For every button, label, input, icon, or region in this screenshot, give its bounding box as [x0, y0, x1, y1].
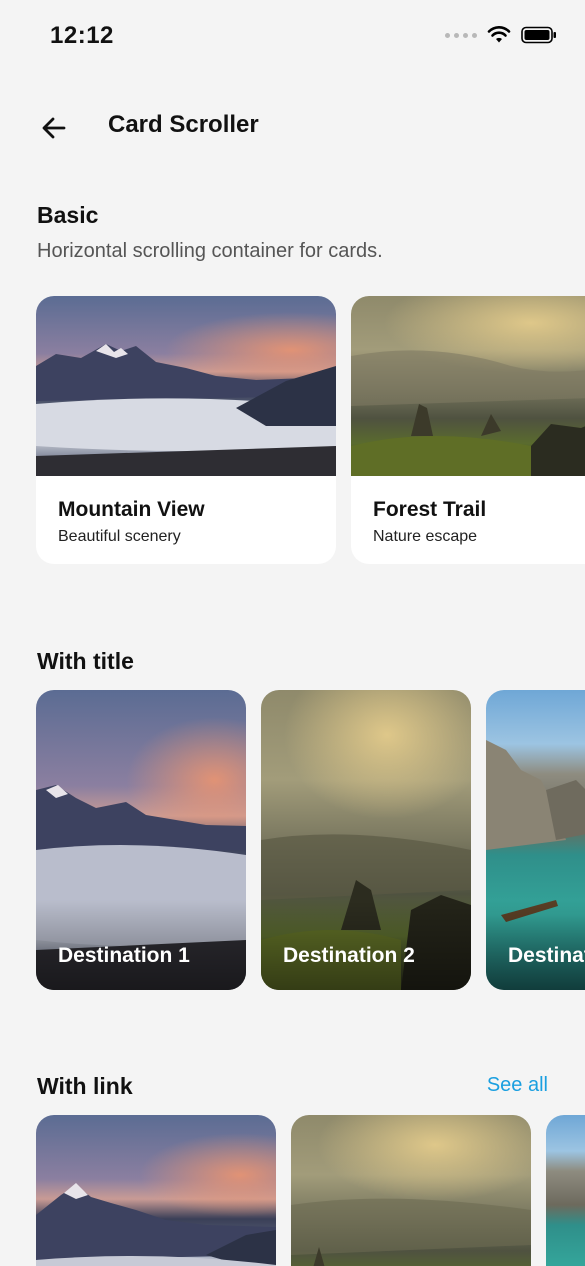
card-title: Forest Trail [373, 498, 487, 521]
link-card-2[interactable] [291, 1115, 531, 1266]
card-label: Destination 2 [283, 944, 415, 967]
card-image [291, 1115, 531, 1266]
section-title-with-title: With title [37, 648, 134, 674]
status-bar: 12:12 [0, 0, 585, 75]
battery-icon [521, 26, 556, 44]
page-title: Card Scroller [108, 111, 259, 138]
back-button[interactable] [32, 106, 76, 150]
cellular-signal-icon [445, 32, 477, 38]
card-image [351, 296, 585, 476]
header: Card Scroller [0, 96, 585, 156]
link-card-1[interactable] [36, 1115, 276, 1266]
wifi-icon [487, 26, 511, 43]
section-description-basic: Horizontal scrolling container for cards… [37, 240, 383, 262]
card-title: Mountain View [58, 498, 205, 521]
card-image [546, 1115, 585, 1266]
status-icons [445, 26, 557, 44]
arrow-left-icon [42, 117, 66, 139]
section-title-with-link: With link [37, 1073, 133, 1099]
see-all-link[interactable]: See all [487, 1074, 548, 1097]
card-forest-trail[interactable]: Forest Trail Nature escape [351, 296, 585, 564]
card-subtitle: Nature escape [373, 528, 478, 545]
basic-card-scroller[interactable]: Mountain View Beautiful scenery Forest T… [0, 296, 585, 566]
status-time: 12:12 [50, 22, 114, 49]
section-title-basic: Basic [37, 202, 99, 228]
card-destination-3[interactable]: Destination 3 [486, 690, 585, 990]
card-image [36, 1115, 276, 1266]
card-label: Destination 1 [58, 944, 190, 967]
card-label: Destination 3 [508, 944, 585, 967]
card-image [36, 296, 336, 476]
card-subtitle: Beautiful scenery [58, 528, 181, 545]
card-destination-2[interactable]: Destination 2 [261, 690, 471, 990]
link-card-3[interactable] [546, 1115, 585, 1266]
titled-card-scroller[interactable]: Destination 1 Destination 2 Destina [0, 690, 585, 990]
card-mountain-view[interactable]: Mountain View Beautiful scenery [36, 296, 336, 564]
card-destination-1[interactable]: Destination 1 [36, 690, 246, 990]
linked-card-scroller[interactable] [0, 1115, 585, 1266]
